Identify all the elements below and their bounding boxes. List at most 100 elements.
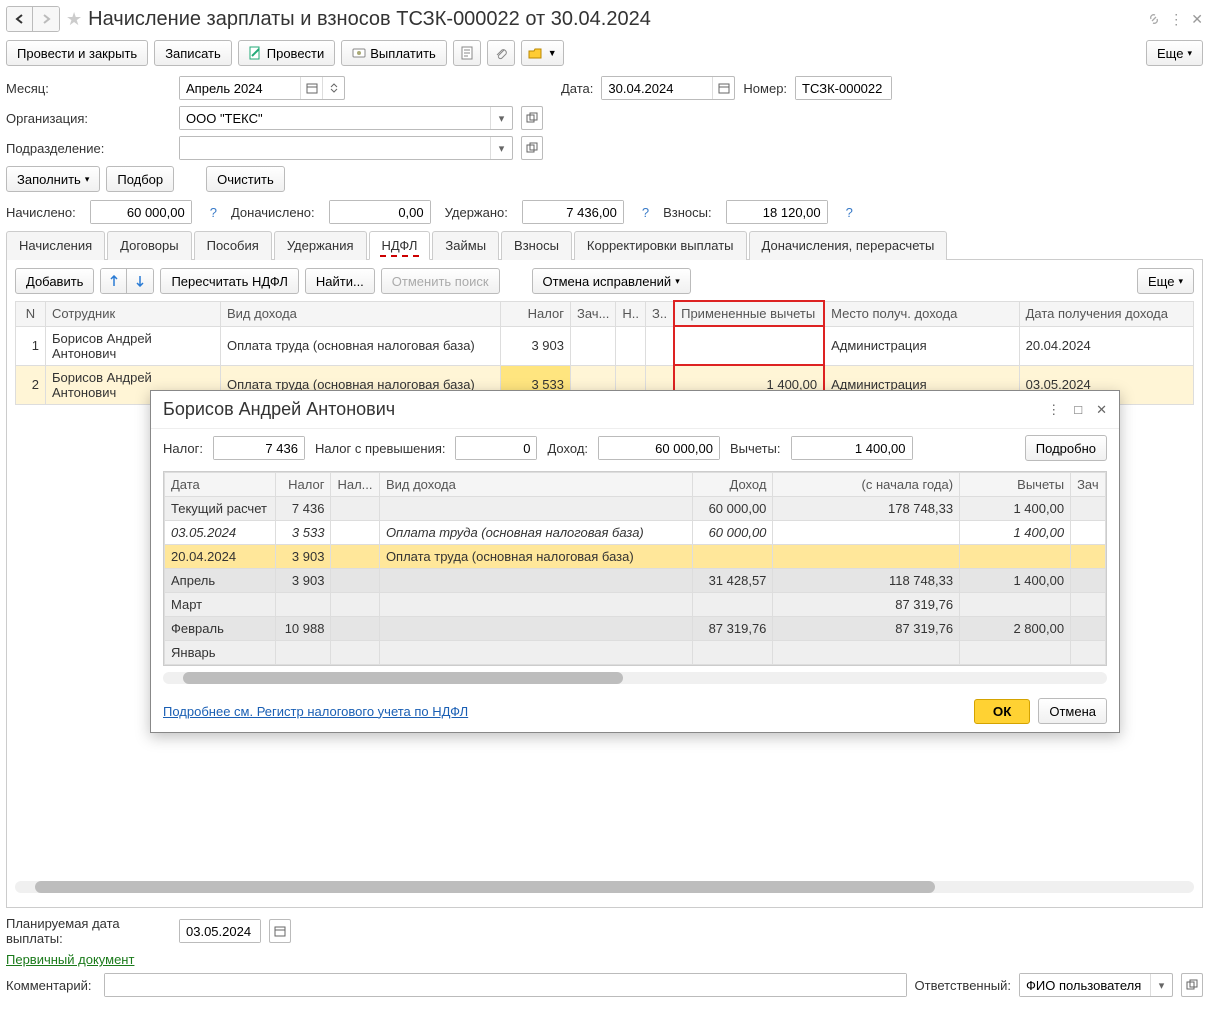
pick-button[interactable]: Подбор — [106, 166, 174, 192]
th-employee[interactable]: Сотрудник — [46, 301, 221, 326]
th-deductions[interactable]: Примененные вычеты — [674, 301, 824, 326]
popup-menu-icon[interactable]: ⋮ — [1047, 402, 1060, 418]
link-icon[interactable] — [1147, 12, 1161, 26]
find-button[interactable]: Найти... — [305, 268, 375, 294]
th-n2[interactable]: Н.. — [616, 301, 646, 326]
hint-icon[interactable]: ? — [846, 205, 853, 220]
inner-more-button[interactable]: Еще ▾ — [1137, 268, 1194, 294]
comment-input[interactable] — [105, 974, 906, 996]
star-icon[interactable]: ★ — [66, 9, 82, 30]
th-income-type[interactable]: Вид дохода — [221, 301, 501, 326]
calendar-icon[interactable] — [269, 919, 291, 943]
move-down-button[interactable] — [127, 269, 153, 293]
more-button[interactable]: Еще ▾ — [1146, 40, 1203, 66]
th-place[interactable]: Место получ. дохода — [824, 301, 1019, 326]
hint-icon[interactable]: ? — [642, 205, 649, 220]
tab-corrections[interactable]: Корректировки выплаты — [574, 231, 747, 260]
table-row[interactable]: Апрель3 90331 428,57118 748,331 400,00 — [165, 569, 1106, 593]
recalc-button[interactable]: Пересчитать НДФЛ — [160, 268, 298, 294]
month-input[interactable] — [180, 77, 300, 99]
details-button[interactable]: Подробно — [1025, 435, 1107, 461]
pth-ytd[interactable]: (с начала года) — [773, 473, 960, 497]
dept-input[interactable] — [180, 137, 490, 159]
month-spinner[interactable] — [322, 77, 344, 99]
responsible-input[interactable] — [1020, 974, 1150, 996]
calendar-icon[interactable] — [300, 77, 322, 99]
fill-button[interactable]: Заполнить ▾ — [6, 166, 100, 192]
save-button[interactable]: Записать — [154, 40, 232, 66]
report-button[interactable] — [453, 40, 481, 66]
table-row[interactable]: Январь — [165, 641, 1106, 665]
accrued-input[interactable] — [91, 201, 191, 223]
popup-scrollbar[interactable] — [163, 672, 1107, 684]
table-row[interactable]: Текущий расчет7 43660 000,00178 748,331 … — [165, 497, 1106, 521]
add-button[interactable]: Добавить — [15, 268, 94, 294]
tab-ndfl[interactable]: НДФЛ — [369, 231, 431, 260]
tab-deductions[interactable]: Удержания — [274, 231, 367, 260]
org-input[interactable] — [180, 107, 490, 129]
attach-button[interactable] — [487, 40, 515, 66]
date-input[interactable] — [602, 77, 712, 99]
open-ref-button[interactable] — [521, 106, 543, 130]
withheld-input[interactable] — [523, 201, 623, 223]
primary-doc-link[interactable]: Первичный документ — [6, 952, 134, 967]
tab-contribs[interactable]: Взносы — [501, 231, 572, 260]
tab-accruals[interactable]: Начисления — [6, 231, 105, 260]
tab-addl[interactable]: Доначисления, перерасчеты — [749, 231, 948, 260]
h-scrollbar[interactable] — [15, 881, 1194, 893]
calendar-icon[interactable] — [712, 77, 734, 99]
planned-date-input[interactable] — [180, 920, 260, 942]
th-date[interactable]: Дата получения дохода — [1019, 301, 1193, 326]
post-close-button[interactable]: Провести и закрыть — [6, 40, 148, 66]
add-accrued-input[interactable] — [330, 201, 430, 223]
menu-dots-icon[interactable]: ⋮ — [1169, 11, 1183, 28]
nav-forward-button[interactable] — [33, 7, 59, 31]
contrib-input[interactable] — [727, 201, 827, 223]
close-icon[interactable]: ✕ — [1191, 11, 1203, 28]
cancel-fixes-button[interactable]: Отмена исправлений ▾ — [532, 268, 691, 294]
open-ref-button[interactable] — [521, 136, 543, 160]
th-n[interactable]: N — [16, 301, 46, 326]
p-ded-input[interactable] — [792, 437, 912, 459]
table-row[interactable]: 20.04.20243 903Оплата труда (основная на… — [165, 545, 1106, 569]
tab-loans[interactable]: Займы — [432, 231, 499, 260]
nav-back-button[interactable] — [7, 7, 33, 31]
th-zach[interactable]: Зач... — [571, 301, 616, 326]
popup-cancel-button[interactable]: Отмена — [1038, 698, 1107, 724]
pth-ded[interactable]: Вычеты — [960, 473, 1071, 497]
th-z[interactable]: З.. — [646, 301, 675, 326]
p-income-input[interactable] — [599, 437, 719, 459]
table-row[interactable]: 03.05.20243 533Оплата труда (основная на… — [165, 521, 1106, 545]
tab-benefits[interactable]: Пособия — [194, 231, 272, 260]
clear-button[interactable]: Очистить — [206, 166, 285, 192]
popup-ok-button[interactable]: ОК — [974, 699, 1031, 724]
dropdown-icon[interactable]: ▾ — [490, 107, 512, 129]
open-ref-button[interactable] — [1181, 973, 1203, 997]
pth-zach[interactable]: Зач — [1071, 473, 1106, 497]
pth-date[interactable]: Дата — [165, 473, 276, 497]
popup-maximize-icon[interactable]: □ — [1074, 402, 1082, 418]
dropdown-icon[interactable]: ▾ — [490, 137, 512, 159]
table-row[interactable]: Март87 319,76 — [165, 593, 1106, 617]
p-excess-input[interactable] — [456, 437, 536, 459]
cancel-search-button[interactable]: Отменить поиск — [381, 268, 500, 294]
pth-tax[interactable]: Налог — [275, 473, 330, 497]
print-button[interactable]: ▼ — [521, 40, 564, 66]
pth-income-type[interactable]: Вид дохода — [379, 473, 692, 497]
dropdown-icon[interactable]: ▾ — [1150, 974, 1172, 996]
popup-table[interactable]: Дата Налог Нал... Вид дохода Доход (с на… — [164, 472, 1106, 665]
popup-close-icon[interactable]: ✕ — [1096, 402, 1107, 418]
hint-icon[interactable]: ? — [210, 205, 217, 220]
pay-button[interactable]: Выплатить — [341, 40, 447, 66]
popup-link[interactable]: Подробнее см. Регистр налогового учета п… — [163, 704, 468, 719]
pth-income[interactable]: Доход — [692, 473, 773, 497]
p-tax-input[interactable] — [214, 437, 304, 459]
tab-contracts[interactable]: Договоры — [107, 231, 191, 260]
move-up-button[interactable] — [101, 269, 127, 293]
th-tax[interactable]: Налог — [501, 301, 571, 326]
pth-tax2[interactable]: Нал... — [331, 473, 379, 497]
number-input[interactable] — [796, 77, 891, 99]
post-button[interactable]: Провести — [238, 40, 336, 66]
table-row[interactable]: Февраль10 98887 319,7687 319,762 800,00 — [165, 617, 1106, 641]
table-row[interactable]: 1Борисов Андрей АнтоновичОплата труда (о… — [16, 326, 1194, 365]
